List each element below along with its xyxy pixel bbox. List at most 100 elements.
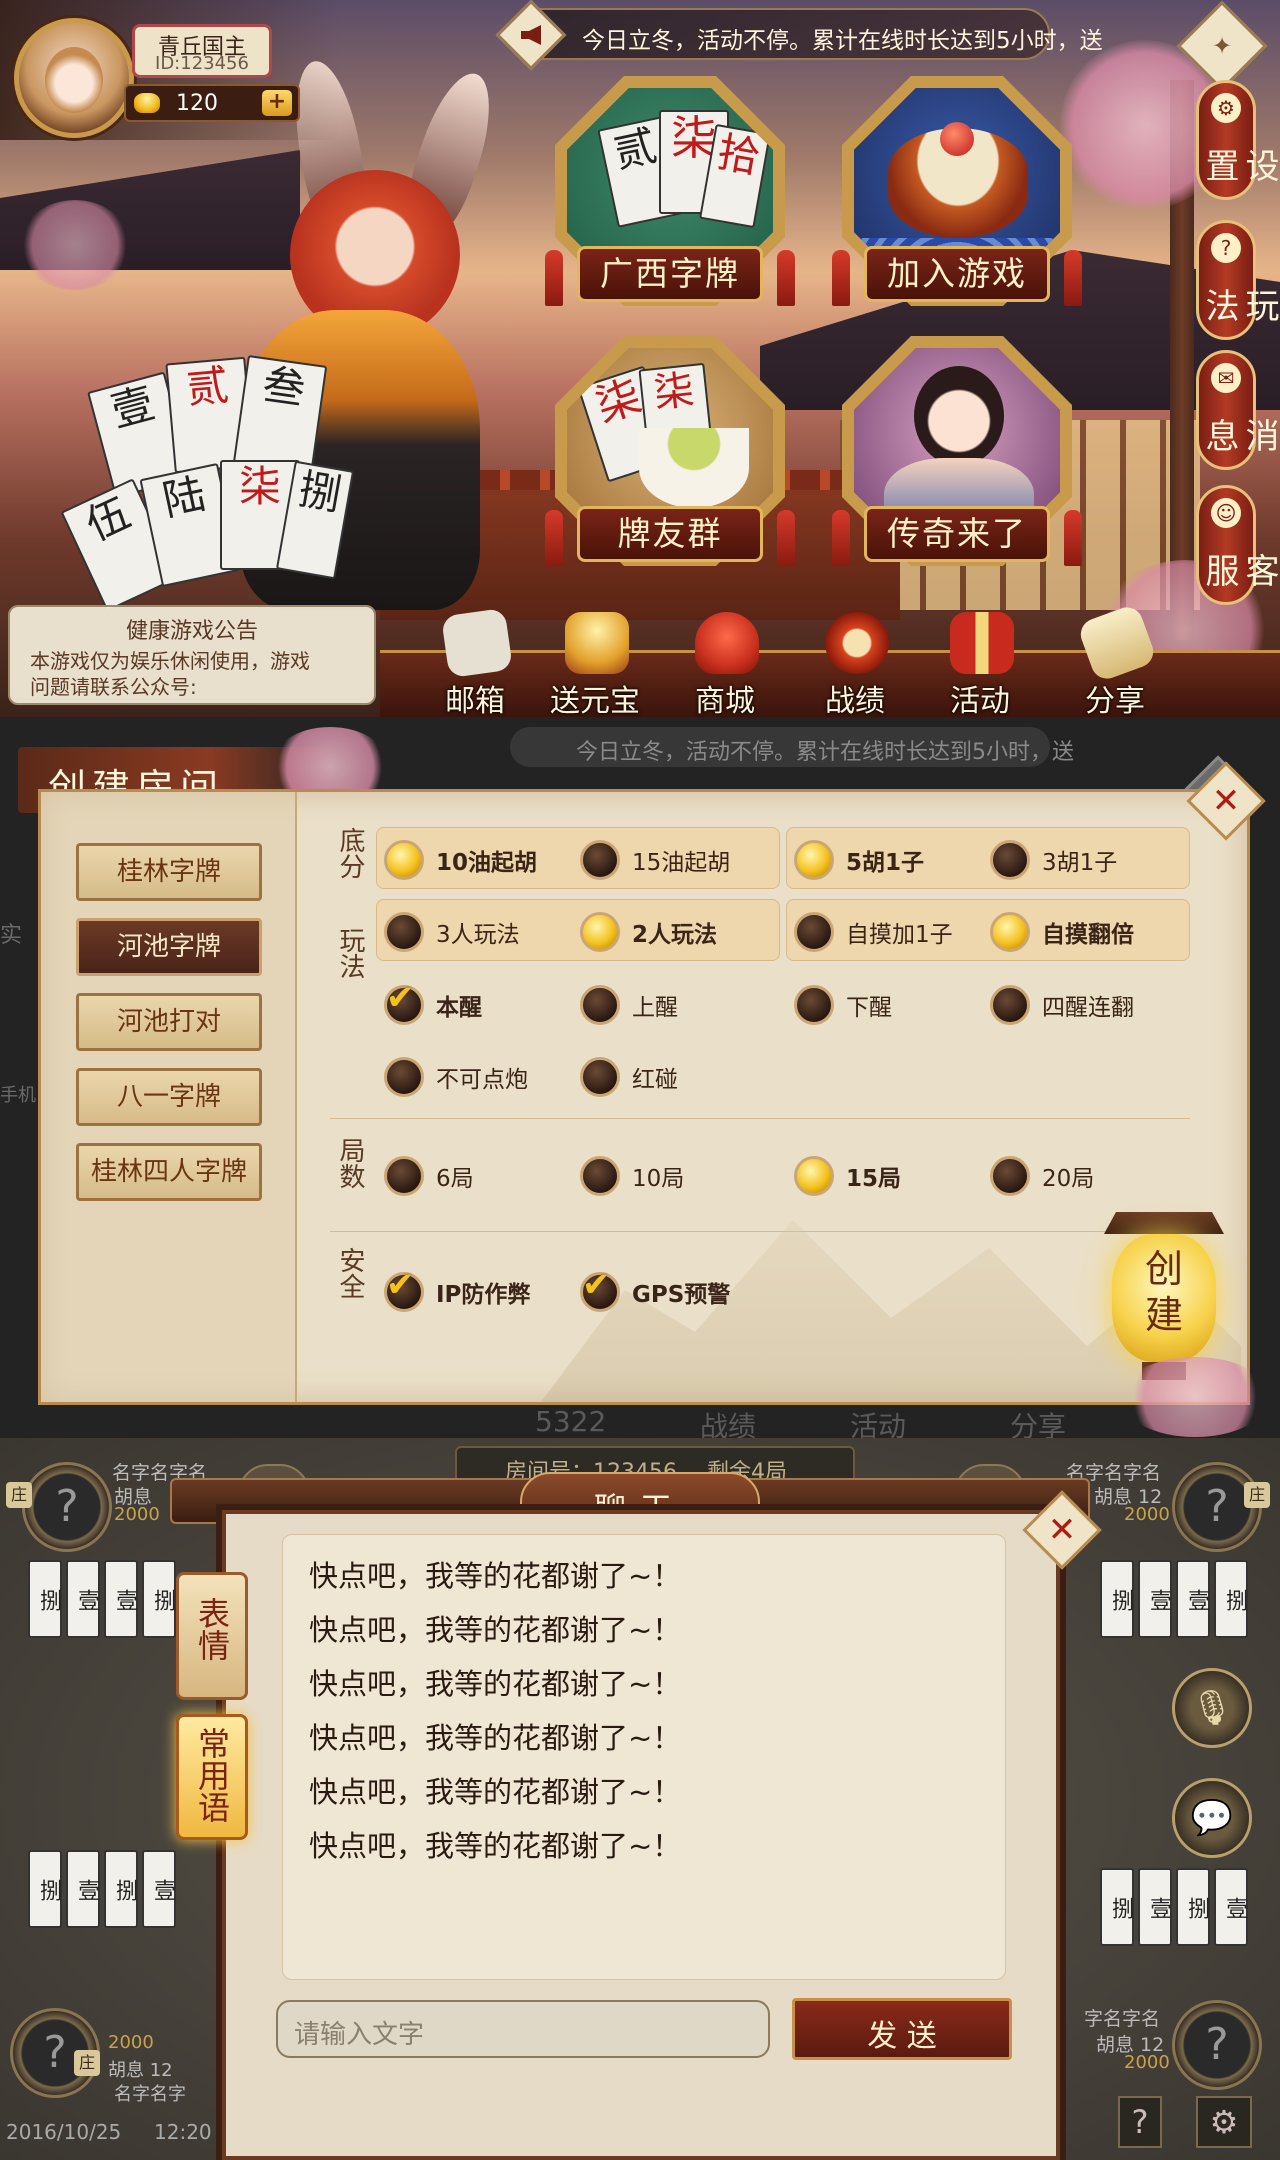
check-benxing[interactable]: ✔ 本醒: [384, 978, 564, 1032]
create-label: 创建: [1144, 1247, 1183, 1337]
radio-on-icon: [794, 840, 834, 880]
tassel: [1064, 250, 1082, 306]
check-sixing[interactable]: 四醒连翻: [990, 982, 1190, 1032]
table-card: 壹: [1138, 1560, 1172, 1638]
tab-guilin[interactable]: 桂林字牌: [76, 843, 262, 901]
table-card: 捌: [104, 1850, 138, 1928]
option-self-draw-plus[interactable]: 自摸加1子: [794, 909, 974, 959]
tab-hechi[interactable]: 河池字牌: [76, 918, 262, 976]
option-5hu-1zi[interactable]: 5胡1子: [794, 837, 974, 887]
mailbox-button[interactable]: 邮箱: [420, 607, 530, 717]
option-3hu-1zi[interactable]: 3胡1子: [990, 837, 1170, 887]
dealer-badge: 庄: [6, 1482, 32, 1508]
check-ip-guard[interactable]: ✔ IP防作弊: [384, 1265, 564, 1319]
add-gold-button[interactable]: +: [262, 90, 292, 116]
record-icon: [825, 612, 889, 674]
tassel: [832, 250, 850, 306]
mailbox-icon: [440, 607, 514, 679]
rules-label: 玩法: [1199, 288, 1279, 322]
option-6-rounds[interactable]: 6局: [384, 1153, 564, 1203]
divider: [330, 1231, 1190, 1232]
seat-top-left[interactable]: ?: [22, 1462, 112, 1552]
avatar-face: [45, 47, 103, 113]
table-settings-button[interactable]: ⚙: [1196, 2096, 1252, 2148]
voice-button[interactable]: 🎙: [1172, 1668, 1252, 1748]
table-card: 壹: [1214, 1868, 1248, 1946]
option-label: GPS预警: [632, 1282, 731, 1308]
table-card: 壹: [104, 1560, 138, 1638]
phrase-item[interactable]: 快点吧，我等的花都谢了~！: [309, 1661, 681, 1703]
record-button[interactable]: 战绩: [800, 612, 910, 717]
tab-guilin-four[interactable]: 桂林四人字牌: [76, 1143, 262, 1201]
option-15-you[interactable]: 15油起胡: [580, 837, 760, 887]
ingot-icon: [134, 93, 160, 113]
tab-phrases-label: 常用语: [193, 1727, 231, 1823]
health-notice: 健康游戏公告 本游戏仅为娱乐休闲使用，游戏 问题请联系公众号:: [8, 605, 376, 705]
event-button[interactable]: 活动: [925, 612, 1035, 717]
option-10-you[interactable]: 10油起胡: [384, 837, 564, 887]
date-text: 2016/10/25: [6, 2120, 122, 2144]
game-tile-group[interactable]: 柒 柒 牌友群: [545, 330, 795, 580]
check-no-discard-win[interactable]: 不可点炮: [384, 1054, 564, 1104]
option-10-rounds[interactable]: 10局: [580, 1153, 760, 1203]
chat-input-field[interactable]: 请输入文字: [276, 2000, 770, 2058]
option-label: 自摸加1子: [846, 922, 953, 948]
tassel: [1064, 510, 1082, 566]
radio-on-icon: [794, 1156, 834, 1196]
option-15-rounds[interactable]: 15局: [794, 1153, 974, 1203]
player-gold: 2000: [114, 1504, 160, 1525]
check-shangxing[interactable]: 上醒: [580, 982, 760, 1032]
table-card: 壹: [1176, 1560, 1210, 1638]
row-label-play-mode: 玩法: [335, 927, 365, 979]
phrase-item[interactable]: 快点吧，我等的花都谢了~！: [309, 1823, 681, 1865]
chat-toggle-button[interactable]: 💬: [1172, 1778, 1252, 1858]
checkbox-icon: [384, 1057, 424, 1097]
bg-residue: 实: [0, 923, 23, 948]
avatar[interactable]: [14, 18, 134, 138]
tab-phrases[interactable]: 常用语: [176, 1714, 248, 1840]
time-text: 12:20: [154, 2120, 212, 2144]
option-label: 10局: [632, 1166, 685, 1192]
deco-card: 叁: [232, 354, 328, 476]
game-label: 广西字牌: [577, 246, 763, 302]
phrase-item[interactable]: 快点吧，我等的花都谢了~！: [309, 1607, 681, 1649]
shop-button[interactable]: 商城: [670, 612, 780, 717]
phrase-item[interactable]: 快点吧，我等的花都谢了~！: [309, 1769, 681, 1811]
service-button[interactable]: ☺ 客服: [1196, 485, 1279, 605]
radio-off-icon: [794, 912, 834, 952]
message-list[interactable]: 快点吧，我等的花都谢了~！ 快点吧，我等的花都谢了~！ 快点吧，我等的花都谢了~…: [282, 1534, 1006, 1980]
name-box: 青丘国主 ID:123456: [132, 24, 272, 78]
game-tile-join[interactable]: 加入游戏: [832, 70, 1082, 320]
phrase-item[interactable]: 快点吧，我等的花都谢了~！: [309, 1553, 681, 1595]
lantern-top: [1104, 1212, 1224, 1234]
tassel: [545, 510, 563, 566]
tab-hechi-pairs[interactable]: 河池打对: [76, 993, 262, 1051]
send-ingot-button[interactable]: 送元宝: [540, 612, 650, 717]
option-label: 不可点炮: [436, 1067, 528, 1093]
send-button[interactable]: 发 送: [792, 1998, 1012, 2060]
option-2-player[interactable]: 2人玩法: [580, 909, 760, 959]
check-red-peng[interactable]: 红碰: [580, 1054, 760, 1104]
settings-button[interactable]: ⚙ 设置: [1196, 80, 1279, 200]
option-20-rounds[interactable]: 20局: [990, 1153, 1170, 1203]
dealer-badge: 庄: [1244, 1482, 1270, 1508]
messages-button[interactable]: ✉ 消息: [1196, 350, 1279, 470]
rules-button[interactable]: ? 玩法: [1196, 220, 1279, 340]
radio-on-icon: [384, 840, 424, 880]
option-3-player[interactable]: 3人玩法: [384, 909, 564, 959]
check-gps-warning[interactable]: ✔ GPS预警: [580, 1265, 760, 1319]
phrase-item[interactable]: 快点吧，我等的花都谢了~！: [309, 1715, 681, 1757]
check-xiaxing[interactable]: 下醒: [794, 982, 974, 1032]
option-self-draw-double[interactable]: 自摸翻倍: [990, 909, 1170, 959]
shop-bag-icon: [695, 612, 759, 674]
share-button[interactable]: 分享: [1060, 602, 1170, 717]
check-icon: ✔: [386, 978, 415, 1018]
blossom: [20, 200, 130, 290]
tab-emoji[interactable]: 表情: [176, 1572, 248, 1700]
option-label: 四醒连翻: [1042, 995, 1134, 1021]
help-button[interactable]: ?: [1118, 2096, 1162, 2148]
tab-bayi[interactable]: 八一字牌: [76, 1068, 262, 1126]
game-tile-legend[interactable]: 传奇来了: [832, 330, 1082, 580]
game-tile-guangxi[interactable]: 贰 柒 拾 广西字牌: [545, 70, 795, 320]
seat-bottom-right[interactable]: ?: [1172, 2000, 1262, 2090]
